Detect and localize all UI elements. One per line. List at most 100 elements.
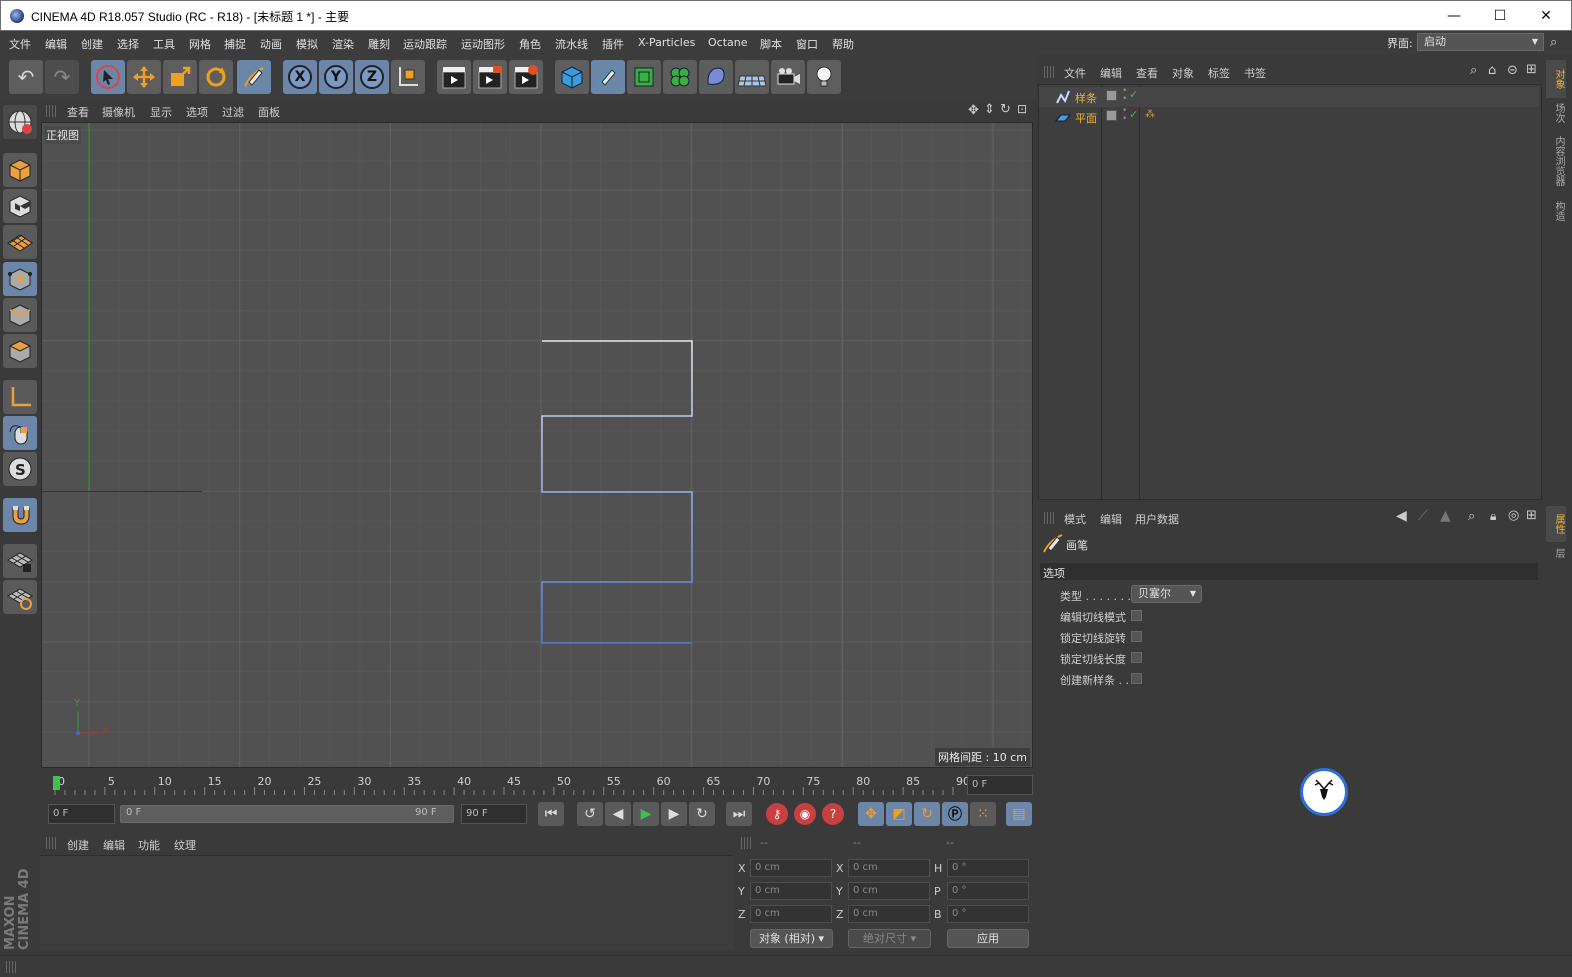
cloner-button[interactable] [663, 60, 697, 94]
menu-x-particles[interactable]: X-Particles [638, 36, 695, 49]
model-mode-button[interactable] [3, 153, 37, 187]
object-row-plane[interactable]: 平面 • • ✓ ⁂ [1039, 107, 1539, 127]
go-to-end-button[interactable]: ⏭ [726, 802, 752, 826]
position-z-field[interactable]: 0 cm [750, 905, 832, 923]
lock-x-axis-button[interactable]: X [283, 60, 317, 94]
object-name[interactable]: 平面 [1075, 110, 1097, 126]
tweak-mode-button[interactable] [3, 416, 37, 450]
om-menu-tags[interactable]: 标签 [1208, 65, 1230, 81]
menu-snap[interactable]: 捕捉 [224, 36, 246, 52]
edges-mode-button[interactable] [3, 298, 37, 332]
menu-animate[interactable]: 动画 [260, 36, 282, 52]
zoom-view-icon[interactable]: ⇕ [984, 102, 995, 117]
viewport[interactable] [41, 122, 1033, 768]
polygons-mode-button[interactable] [3, 334, 37, 368]
layout-select[interactable]: 启动 ▼ [1417, 33, 1544, 51]
om-menu-objects[interactable]: 对象 [1172, 65, 1194, 81]
play-button[interactable]: ▶ [633, 802, 659, 826]
viewport-menu-panel[interactable]: 面板 [258, 104, 280, 120]
viewport-menu-display[interactable]: 显示 [150, 104, 172, 120]
rotate-button[interactable] [199, 60, 233, 94]
section-header-bar[interactable]: 选项 [1040, 563, 1538, 580]
panel-grip-icon[interactable] [741, 837, 753, 849]
layer-icon[interactable] [1106, 110, 1117, 121]
close-button[interactable]: ✕ [1523, 1, 1569, 31]
object-row-spline[interactable]: 样条 • • ✓ [1039, 87, 1539, 107]
record-scale-button[interactable]: ◩ [886, 802, 912, 826]
maximize-button[interactable]: ☐ [1477, 1, 1523, 31]
rotation-h-field[interactable]: 0 ° [947, 859, 1029, 877]
edit-tangents-checkbox[interactable] [1131, 610, 1142, 621]
live-select-button[interactable] [91, 60, 125, 94]
enabled-check-icon[interactable]: ✓ [1129, 88, 1138, 101]
link-icon[interactable]: ⊝ [1507, 63, 1518, 78]
previous-key-button[interactable]: ↺ [577, 802, 603, 826]
start-frame-field[interactable]: 0 F [48, 804, 115, 824]
timeline-window-button[interactable]: ▤ [1006, 802, 1032, 826]
position-x-field[interactable]: 0 cm [750, 859, 832, 877]
tab-objects[interactable]: 对象 [1546, 60, 1566, 98]
go-to-start-button[interactable]: ⏮ [538, 802, 564, 826]
tab-content-browser[interactable]: 内容浏览器 [1546, 128, 1566, 194]
menu-mograph[interactable]: 运动图形 [461, 36, 505, 52]
visibility-dots-icon[interactable]: • • [1122, 107, 1127, 124]
rotation-p-field[interactable]: 0 ° [947, 882, 1029, 900]
minimize-button[interactable]: — [1431, 1, 1477, 31]
lock-y-axis-button[interactable]: Y [319, 60, 353, 94]
render-settings-button[interactable] [509, 60, 543, 94]
position-y-field[interactable]: 0 cm [750, 882, 832, 900]
new-window-icon[interactable]: ⊞ [1526, 508, 1537, 523]
range-slider[interactable]: 0 F 90 F [120, 805, 454, 823]
deformer-button[interactable] [699, 60, 733, 94]
panel-grip-icon[interactable] [1044, 66, 1056, 78]
material-menu-function[interactable]: 功能 [138, 837, 160, 853]
end-frame-field[interactable]: 90 F [461, 804, 527, 824]
menu-pipeline[interactable]: 流水线 [555, 36, 588, 52]
playhead[interactable] [53, 776, 60, 790]
undo-button[interactable]: ↶ [9, 60, 43, 94]
lock-tangent-length-checkbox[interactable] [1131, 652, 1142, 663]
viewport-menu-options[interactable]: 选项 [186, 104, 208, 120]
panel-grip-icon[interactable] [46, 837, 58, 849]
current-frame-field[interactable]: 0 F [967, 775, 1033, 795]
menu-plugins[interactable]: 插件 [602, 36, 624, 52]
scale-button[interactable] [163, 60, 197, 94]
om-menu-bookmarks[interactable]: 书签 [1244, 65, 1266, 81]
menu-motion-tracker[interactable]: 运动跟踪 [403, 36, 447, 52]
pen-tool-button[interactable] [237, 60, 271, 94]
keyframe-selection-button[interactable]: ? [822, 803, 844, 825]
material-list[interactable] [40, 855, 733, 950]
size-z-field[interactable]: 0 cm [848, 905, 930, 923]
next-key-button[interactable]: ↻ [689, 802, 715, 826]
timeline[interactable]: 0 5 10 15 20 25 30 35 40 45 50 55 60 65 70 75 80 85 90 [40, 770, 1036, 797]
points-mode-button[interactable] [3, 262, 37, 296]
workplane-mode-button[interactable] [3, 225, 37, 259]
move-button[interactable] [127, 60, 161, 94]
record-point-level-button[interactable]: ⁙ [970, 802, 996, 826]
tab-layers[interactable]: 层 [1546, 542, 1566, 564]
axis-mode-button[interactable] [3, 380, 37, 414]
solo-button[interactable]: S [3, 452, 37, 486]
next-frame-button[interactable]: ▶ [661, 802, 687, 826]
om-menu-view[interactable]: 查看 [1136, 65, 1158, 81]
size-x-field[interactable]: 0 cm [848, 859, 930, 877]
viewport-canvas[interactable] [42, 123, 1033, 768]
menu-sculpt[interactable]: 雕刻 [368, 36, 390, 52]
subdivision-surface-button[interactable] [627, 60, 661, 94]
coordinate-mode-dropdown[interactable]: 对象 (相对) ▾ [750, 929, 833, 948]
menu-select[interactable]: 选择 [117, 36, 139, 52]
menu-mesh[interactable]: 网格 [189, 36, 211, 52]
pan-view-icon[interactable]: ✥ [968, 103, 979, 118]
apply-button[interactable]: 应用 [947, 929, 1029, 948]
viewport-menu-view[interactable]: 查看 [67, 104, 89, 120]
enabled-check-icon[interactable]: ✓ [1129, 108, 1138, 121]
lock-workplane-button[interactable] [3, 544, 37, 578]
rotation-b-field[interactable]: 0 ° [947, 905, 1029, 923]
record-parameter-button[interactable]: Ⓟ [942, 802, 968, 826]
record-rotation-button[interactable]: ↻ [914, 802, 940, 826]
material-menu-texture[interactable]: 纹理 [174, 837, 196, 853]
render-view-button[interactable] [437, 60, 471, 94]
am-menu-mode[interactable]: 模式 [1064, 511, 1086, 527]
material-menu-edit[interactable]: 编辑 [103, 837, 125, 853]
menu-file[interactable]: 文件 [9, 36, 31, 52]
